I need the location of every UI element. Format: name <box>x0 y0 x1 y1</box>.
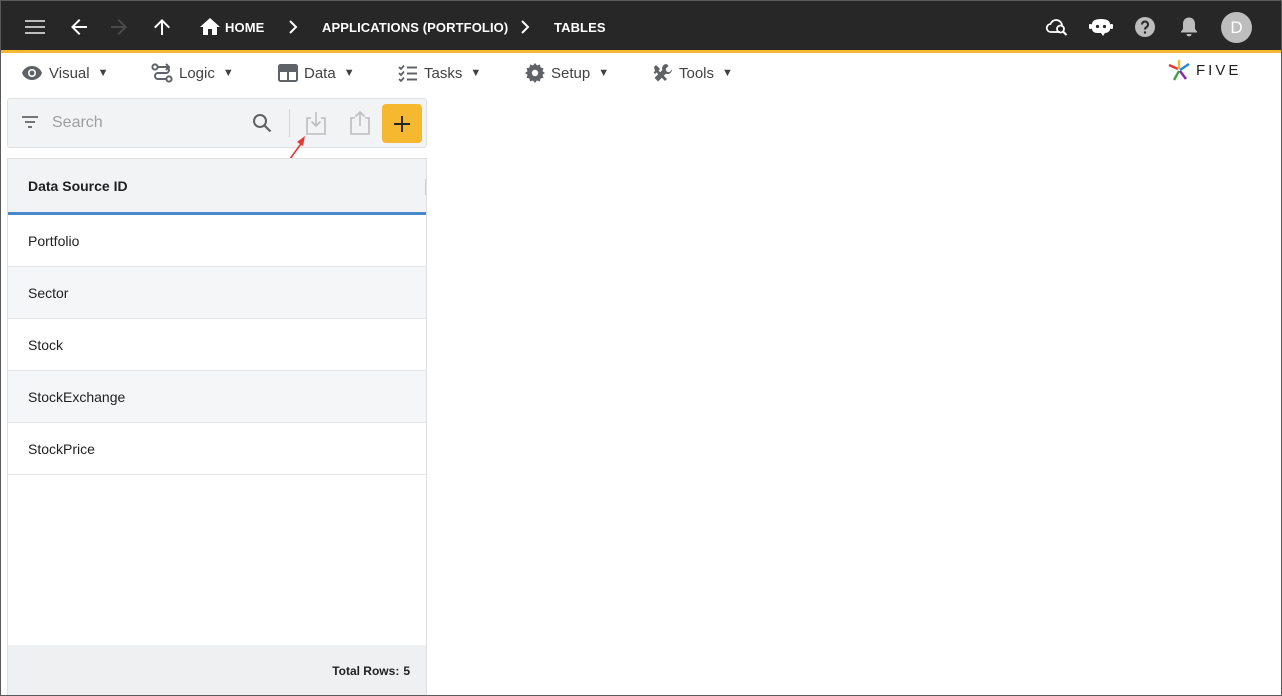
five-logo-mark <box>1168 60 1190 81</box>
list-item-label: Sector <box>28 284 69 301</box>
chevron-right-icon <box>289 20 298 34</box>
filter-icon[interactable] <box>20 112 40 137</box>
menu-bar: Visual ▼ Logic ▼ Data ▼ Tasks ▼ Setup ▼ … <box>1 56 1281 90</box>
menu-tools[interactable]: Tools ▼ <box>653 62 733 84</box>
caret-down-icon: ▼ <box>97 67 109 79</box>
menu-visual-label: Visual <box>49 64 90 82</box>
cloud-search-icon[interactable] <box>1045 15 1069 39</box>
menu-data-label: Data <box>304 64 336 82</box>
list-item[interactable]: StockPrice <box>8 423 426 475</box>
total-rows-count: 5 <box>403 664 410 678</box>
list-item[interactable]: StockExchange <box>8 371 426 423</box>
caret-down-icon: ▼ <box>343 67 355 79</box>
column-resize-handle[interactable] <box>425 179 426 195</box>
menu-visual[interactable]: Visual ▼ <box>21 62 108 84</box>
user-avatar[interactable]: D <box>1221 12 1252 43</box>
chat-bot-icon[interactable] <box>1089 15 1113 39</box>
checklist-icon <box>398 64 417 82</box>
list-footer: Total Rows: 5 <box>8 645 426 695</box>
menu-tasks-label: Tasks <box>424 64 463 82</box>
forward-arrow-icon[interactable] <box>107 15 131 39</box>
home-icon[interactable] <box>198 15 222 39</box>
list-item[interactable]: Portfolio <box>8 215 426 267</box>
caret-down-icon: ▼ <box>598 67 610 79</box>
breadcrumb-applications[interactable]: APPLICATIONS (PORTFOLIO) <box>322 20 508 35</box>
plus-icon <box>394 115 410 132</box>
total-rows-label: Total Rows: <box>332 664 400 678</box>
breadcrumb-home[interactable]: HOME <box>225 20 264 35</box>
chevron-right-icon <box>521 20 530 34</box>
menu-data[interactable]: Data ▼ <box>278 62 355 84</box>
app-window: HOME APPLICATIONS (PORTFOLIO) TABLES D V… <box>0 0 1282 696</box>
help-icon[interactable] <box>1133 15 1157 39</box>
gear-icon <box>525 63 545 83</box>
list-item[interactable]: Stock <box>8 319 426 371</box>
logic-flow-icon <box>151 63 173 83</box>
menu-logic-label: Logic <box>179 64 215 82</box>
caret-down-icon: ▼ <box>470 67 482 79</box>
menu-tools-label: Tools <box>679 64 715 82</box>
five-logo-text: FIVE <box>1196 61 1242 79</box>
notifications-bell-icon[interactable] <box>1177 15 1201 39</box>
list-item-label: Portfolio <box>28 232 80 249</box>
hamburger-menu-icon[interactable] <box>23 15 47 39</box>
app-bar: HOME APPLICATIONS (PORTFOLIO) TABLES D <box>1 1 1281 53</box>
breadcrumb-tables[interactable]: TABLES <box>554 20 606 35</box>
eye-icon <box>22 66 42 80</box>
data-source-list: Data Source ID Portfolio Sector Stock St… <box>7 158 427 695</box>
list-item-label: StockExchange <box>28 388 126 405</box>
tools-icon <box>653 64 672 82</box>
up-arrow-icon[interactable] <box>150 15 174 39</box>
export-icon[interactable] <box>349 110 371 141</box>
back-arrow-icon[interactable] <box>67 15 91 39</box>
caret-down-icon: ▼ <box>722 67 733 79</box>
caret-down-icon: ▼ <box>222 67 234 79</box>
list-item-label: StockPrice <box>28 440 95 457</box>
column-header-label: Data Source ID <box>28 177 128 194</box>
list-item[interactable]: Sector <box>8 267 426 319</box>
menu-logic[interactable]: Logic ▼ <box>151 62 234 84</box>
table-icon <box>278 64 298 82</box>
column-header-data-source-id[interactable]: Data Source ID <box>8 159 426 215</box>
menu-tasks[interactable]: Tasks ▼ <box>398 62 481 84</box>
add-record-button[interactable] <box>382 104 422 143</box>
search-icon[interactable] <box>251 112 273 139</box>
menu-setup-label: Setup <box>551 64 591 82</box>
menu-setup[interactable]: Setup ▼ <box>525 62 609 84</box>
search-toolbar <box>7 98 427 148</box>
search-input[interactable] <box>52 111 242 135</box>
five-logo: FIVE <box>1168 58 1260 82</box>
list-item-label: Stock <box>28 336 64 353</box>
